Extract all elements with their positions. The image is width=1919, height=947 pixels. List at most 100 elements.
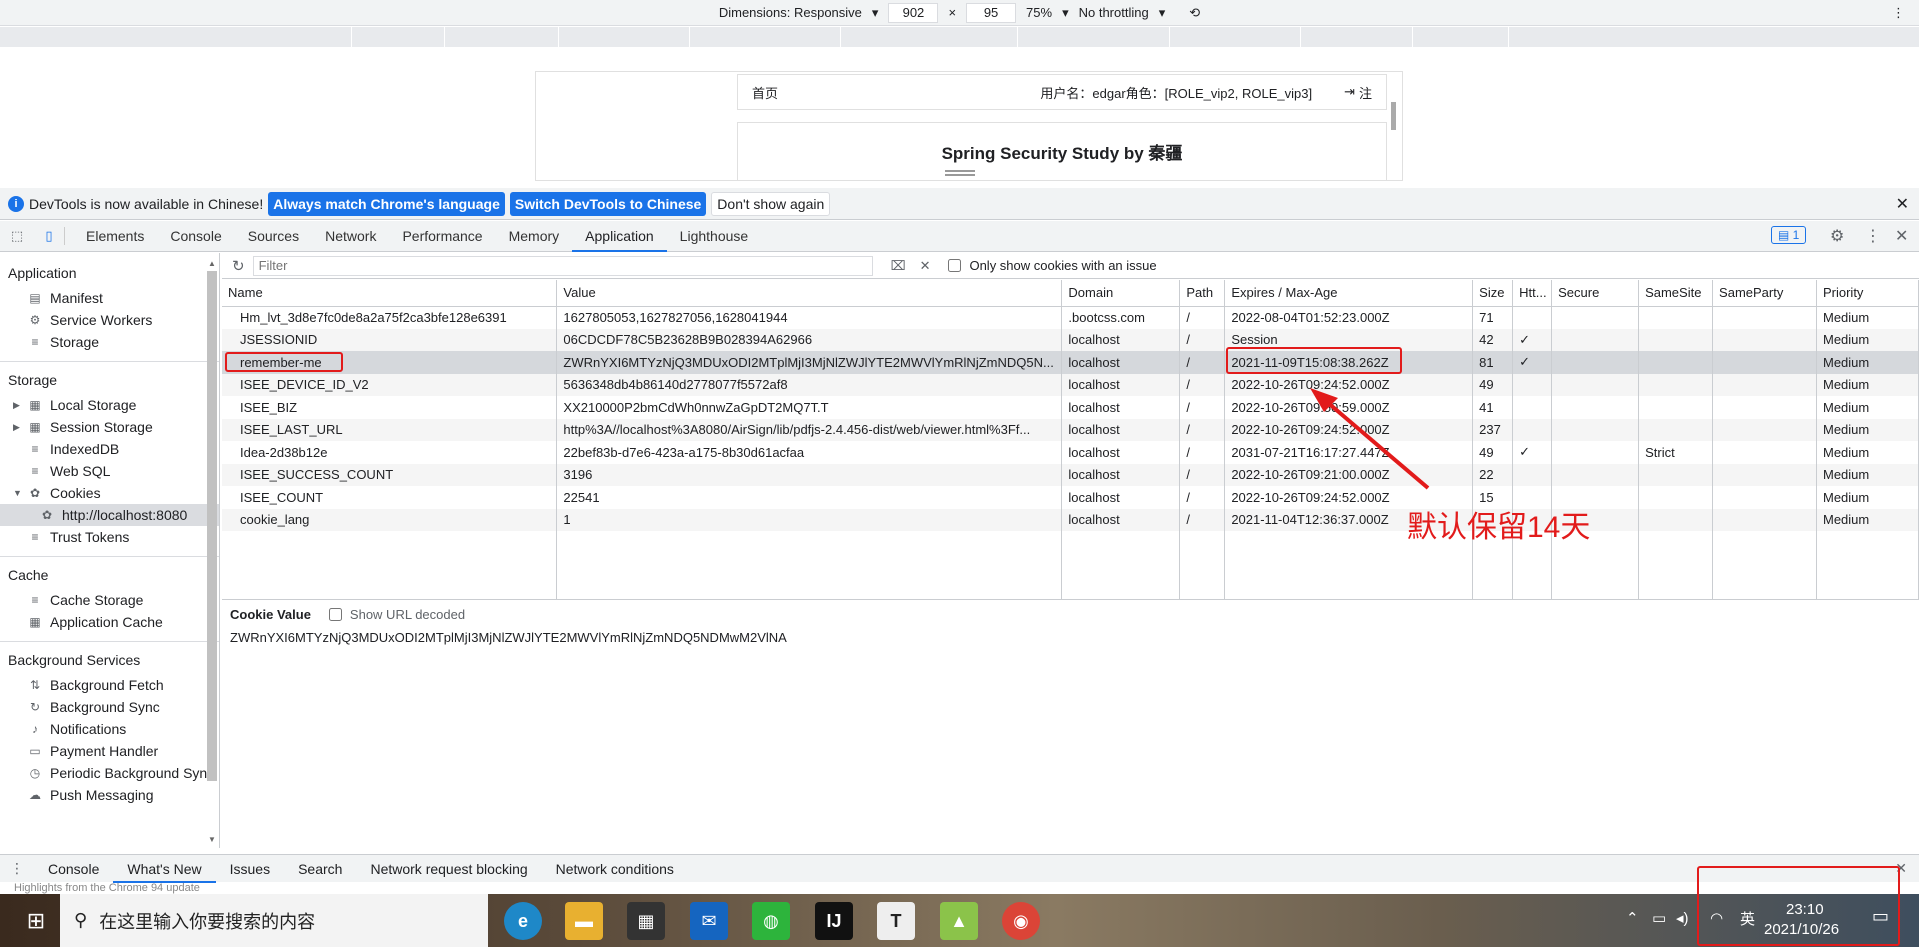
tab-application[interactable]: Application <box>572 221 667 252</box>
tab-performance[interactable]: Performance <box>389 221 495 252</box>
tab-lighthouse[interactable]: Lighthouse <box>667 221 762 252</box>
sidebar-item-periodic-sync[interactable]: ◷ Periodic Background Sync <box>0 762 219 784</box>
resize-handle[interactable] <box>945 170 975 176</box>
table-row[interactable]: ISEE_BIZ XX210000P2bmCdWh0nnwZaGpDT2MQ7T.… <box>222 396 1919 419</box>
inspect-icon[interactable]: ⬚ <box>0 228 34 244</box>
sidebar-item-application-cache[interactable]: ▦ Application Cache <box>0 611 219 633</box>
sidebar-item-service-workers[interactable]: ⚙ Service Workers <box>0 309 219 331</box>
tab-memory[interactable]: Memory <box>496 221 573 252</box>
image-viewer-icon[interactable]: ▲ <box>940 902 978 940</box>
throttling-select[interactable]: No throttling <box>1079 5 1149 20</box>
table-row[interactable]: JSESSIONID 06CDCDF78C5B23628B9B028394A629… <box>222 328 1919 351</box>
sidebar-item-payment-handler[interactable]: ▭ Payment Handler <box>0 740 219 762</box>
taskbar-search[interactable]: ⚲ 在这里输入你要搜索的内容 <box>60 894 488 947</box>
table-row[interactable]: cookie_lang 1 localhost/2021-11-04T12:36:3… <box>222 508 1919 531</box>
tab-elements[interactable]: Elements <box>73 221 157 252</box>
sidebar-item-local-storage[interactable]: ▶ ▦ Local Storage <box>0 394 219 416</box>
sidebar-item-web-sql[interactable]: ≡ Web SQL <box>0 460 219 482</box>
table-row[interactable]: Idea-2d38b12e 22bef83b-d7e6-423a-a175-8b3… <box>222 441 1919 464</box>
logout-icon[interactable]: ⇥ <box>1344 84 1355 100</box>
sidebar-item-push-messaging[interactable]: ☁ Push Messaging <box>0 784 219 806</box>
wechat-icon[interactable]: ◍ <box>752 902 790 940</box>
sidebar-item-background-sync[interactable]: ↻ Background Sync <box>0 696 219 718</box>
mail-icon[interactable]: ✉ <box>690 902 728 940</box>
sidebar-item-cookie-origin[interactable]: ✿ http://localhost:8080 <box>0 504 219 526</box>
clear-all-icon[interactable]: ⌧ <box>891 258 906 274</box>
column-header[interactable]: Expires / Max-Age <box>1224 280 1474 307</box>
rotate-icon[interactable]: ⟲ <box>1189 5 1200 21</box>
refresh-icon[interactable]: ↻ <box>232 257 245 275</box>
table-row[interactable]: ISEE_COUNT 22541 localhost/2022-10-26T09:2… <box>222 486 1919 509</box>
sidebar-item-cookies[interactable]: ▼ ✿ Cookies <box>0 482 219 504</box>
width-input[interactable]: 902 <box>888 2 939 23</box>
column-header[interactable]: Htt... <box>1512 280 1553 307</box>
gear-icon[interactable]: ⚙ <box>1830 226 1844 246</box>
viewport-scrollbar[interactable] <box>1391 102 1396 130</box>
more-icon[interactable]: ⋮ <box>1865 226 1881 246</box>
tab-console[interactable]: Console <box>157 221 234 252</box>
drawer-tab-console[interactable]: Console <box>34 855 113 883</box>
close-devtools-icon[interactable]: ✕ <box>1895 226 1908 246</box>
tray-chevron-icon[interactable]: ⌃ <box>1626 909 1639 927</box>
store-icon[interactable]: ▦ <box>627 902 665 940</box>
chrome-icon[interactable]: ◉ <box>1002 902 1040 940</box>
height-input[interactable]: 95 <box>966 2 1017 23</box>
sidebar-item-background-fetch[interactable]: ⇅ Background Fetch <box>0 674 219 696</box>
windows-start-icon[interactable]: ⊞ <box>10 894 62 947</box>
sidebar-item-session-storage[interactable]: ▶ ▦ Session Storage <box>0 416 219 438</box>
column-header[interactable]: SameSite <box>1638 280 1714 307</box>
typora-icon[interactable]: T <box>877 902 915 940</box>
table-row[interactable]: ISEE_SUCCESS_COUNT 3196 localhost/2022-10-… <box>222 463 1919 486</box>
tab-network[interactable]: Network <box>312 221 389 252</box>
drawer-tab-search[interactable]: Search <box>284 855 356 883</box>
zoom-select[interactable]: 75% <box>1026 5 1052 20</box>
cookie-value-text[interactable]: ZWRnYXI6MTYzNjQ3MDUxODI2MTplMjI3MjNlZWJl… <box>230 630 1911 645</box>
delete-selected-icon[interactable]: ✕ <box>920 258 931 274</box>
column-header[interactable]: Value <box>556 280 1063 307</box>
table-row[interactable]: Hm_lvt_3d8e7fc0de8a2a75f2ca3bfe128e6391 1… <box>222 306 1919 329</box>
drawer-tab-network-conditions[interactable]: Network conditions <box>542 855 688 883</box>
device-toggle-icon[interactable]: ▯ <box>34 228 64 244</box>
nav-home-link[interactable]: 首页 <box>752 83 1040 102</box>
show-decoded-checkbox[interactable] <box>328 608 342 621</box>
battery-icon[interactable]: ▭ <box>1652 909 1666 927</box>
only-issues-checkbox[interactable] <box>948 259 962 272</box>
volume-icon[interactable]: ◂) <box>1676 909 1689 927</box>
drawer-menu-icon[interactable]: ⋮ <box>0 860 34 877</box>
tab-sources[interactable]: Sources <box>235 221 312 252</box>
table-row[interactable]: remember-me ZWRnYXI6MTYzNjQ3MDUxODI2MTplM… <box>222 351 1919 374</box>
column-header[interactable]: Secure <box>1551 280 1640 307</box>
drawer-tab-issues[interactable]: Issues <box>216 855 284 883</box>
match-language-button[interactable]: Always match Chrome's language <box>268 191 505 216</box>
sidebar-item-indexeddb[interactable]: ≡ IndexedDB <box>0 438 219 460</box>
file-explorer-icon[interactable]: ▬ <box>565 902 603 940</box>
sidebar-scrollbar[interactable]: ▲ ▼ <box>206 259 218 844</box>
switch-language-button[interactable]: Switch DevTools to Chinese <box>509 191 707 216</box>
sidebar-item-storage[interactable]: ≡ Storage <box>0 331 219 353</box>
expand-arrow-icon[interactable]: ▶ <box>13 400 20 411</box>
sidebar-item-trust-tokens[interactable]: ≡ Trust Tokens <box>0 526 219 548</box>
column-header[interactable]: Path <box>1179 280 1226 307</box>
edge-icon[interactable]: e <box>504 902 542 940</box>
column-header[interactable]: Domain <box>1061 280 1181 307</box>
drawer-tab-whats-new[interactable]: What's New <box>113 855 216 883</box>
table-row[interactable]: ISEE_LAST_URL http%3A//localhost%3A8080/A… <box>222 418 1919 441</box>
column-header[interactable]: SameParty <box>1712 280 1817 307</box>
drawer-tab-request-blocking[interactable]: Network request blocking <box>356 855 541 883</box>
sidebar-item-cache-storage[interactable]: ≡ Cache Storage <box>0 589 219 611</box>
issues-badge[interactable]: ▤ 1 <box>1771 226 1807 244</box>
column-header[interactable]: Name <box>222 280 558 307</box>
intellij-icon[interactable]: IJ <box>815 902 853 940</box>
column-header[interactable]: Size <box>1472 280 1514 307</box>
dimensions-select[interactable]: Dimensions: Responsive <box>719 5 862 20</box>
collapse-arrow-icon[interactable]: ▼ <box>13 488 22 498</box>
column-header[interactable]: Priority <box>1816 280 1919 307</box>
filter-input[interactable] <box>252 255 873 276</box>
logout-link[interactable]: 注 <box>1359 83 1372 102</box>
sidebar-item-manifest[interactable]: ▤ Manifest <box>0 287 219 309</box>
more-icon[interactable]: ⋮ <box>1892 5 1905 21</box>
table-row[interactable]: ISEE_DEVICE_ID_V2 5636348db4b86140d277807… <box>222 373 1919 396</box>
sidebar-item-notifications[interactable]: ♪ Notifications <box>0 718 219 740</box>
dont-show-button[interactable]: Don't show again <box>711 191 831 216</box>
close-icon[interactable]: ✕ <box>1896 194 1909 214</box>
